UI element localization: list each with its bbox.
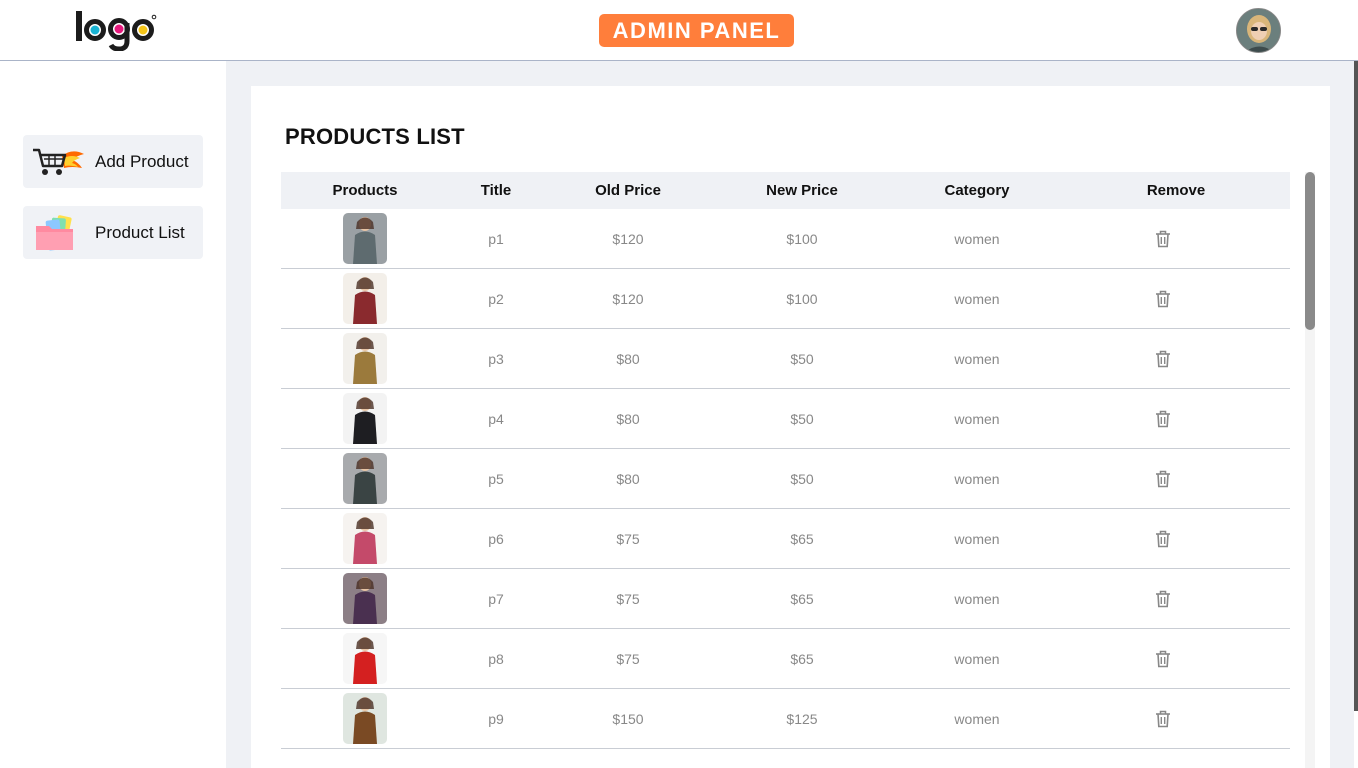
table-row: p7 $75 $65 women bbox=[281, 569, 1290, 629]
page-title: PRODUCTS LIST bbox=[285, 124, 465, 149]
product-image bbox=[343, 453, 387, 504]
column-header-old-price[interactable]: Old Price bbox=[595, 172, 661, 209]
table-scrollbar-thumb[interactable] bbox=[1305, 172, 1315, 330]
logo[interactable] bbox=[74, 9, 158, 51]
product-old-price: $120 bbox=[612, 231, 644, 247]
product-new-price: $65 bbox=[790, 531, 814, 547]
product-image bbox=[343, 213, 387, 264]
table-body: p1 $120 $100 women p2 $120 $100 women p3 $80 $50 wo… bbox=[281, 209, 1290, 749]
trash-icon[interactable] bbox=[1155, 530, 1171, 548]
column-header-products[interactable]: Products bbox=[332, 172, 397, 209]
folders-icon bbox=[31, 213, 85, 253]
table-row: p5 $80 $50 women bbox=[281, 449, 1290, 509]
cart-icon bbox=[31, 142, 85, 182]
top-header: ADMIN PANEL bbox=[0, 0, 1358, 61]
user-avatar[interactable] bbox=[1236, 8, 1281, 53]
product-title: p3 bbox=[488, 351, 504, 367]
product-title: p4 bbox=[488, 411, 504, 427]
product-old-price: $150 bbox=[612, 711, 644, 727]
sidebar-item-label: Add Product bbox=[95, 151, 189, 171]
product-image bbox=[343, 633, 387, 684]
product-category: women bbox=[954, 651, 1000, 667]
product-image bbox=[343, 333, 387, 384]
product-image bbox=[343, 273, 387, 324]
product-title: p6 bbox=[488, 531, 504, 547]
product-title: p5 bbox=[488, 471, 504, 487]
column-header-remove[interactable]: Remove bbox=[1147, 172, 1205, 209]
product-category: women bbox=[954, 711, 1000, 727]
table-row: p9 $150 $125 women bbox=[281, 689, 1290, 749]
admin-panel-badge: ADMIN PANEL bbox=[599, 14, 794, 47]
product-image bbox=[343, 573, 387, 624]
product-new-price: $50 bbox=[790, 411, 814, 427]
product-old-price: $120 bbox=[612, 291, 644, 307]
product-image bbox=[343, 513, 387, 564]
product-category: women bbox=[954, 231, 1000, 247]
trash-icon[interactable] bbox=[1155, 350, 1171, 368]
product-old-price: $75 bbox=[616, 651, 640, 667]
product-title: p2 bbox=[488, 291, 504, 307]
product-old-price: $80 bbox=[616, 411, 640, 427]
product-category: women bbox=[954, 411, 1000, 427]
logo-icon bbox=[76, 11, 157, 51]
product-image bbox=[343, 693, 387, 744]
trash-icon[interactable] bbox=[1155, 590, 1171, 608]
product-new-price: $50 bbox=[790, 351, 814, 367]
trash-icon[interactable] bbox=[1155, 710, 1171, 728]
product-new-price: $50 bbox=[790, 471, 814, 487]
table-row: p1 $120 $100 women bbox=[281, 209, 1290, 269]
trash-icon[interactable] bbox=[1155, 410, 1171, 428]
table-row: p8 $75 $65 women bbox=[281, 629, 1290, 689]
trash-icon[interactable] bbox=[1155, 470, 1171, 488]
product-new-price: $65 bbox=[790, 651, 814, 667]
table-row: p4 $80 $50 women bbox=[281, 389, 1290, 449]
product-title: p1 bbox=[488, 231, 504, 247]
product-new-price: $100 bbox=[786, 291, 818, 307]
sidebar-item-product-list[interactable]: Product List bbox=[23, 206, 203, 259]
products-table: Products Title Old Price New Price Categ… bbox=[281, 172, 1290, 749]
trash-icon[interactable] bbox=[1155, 230, 1171, 248]
product-old-price: $75 bbox=[616, 591, 640, 607]
product-category: women bbox=[954, 591, 1000, 607]
avatar-image bbox=[1237, 9, 1280, 52]
main-content: PRODUCTS LIST Products Title Old Price N… bbox=[226, 61, 1354, 768]
product-old-price: $80 bbox=[616, 351, 640, 367]
products-card: PRODUCTS LIST Products Title Old Price N… bbox=[251, 86, 1330, 768]
table-row: p2 $120 $100 women bbox=[281, 269, 1290, 329]
table-header: Products Title Old Price New Price Categ… bbox=[281, 172, 1290, 209]
table-row: p6 $75 $65 women bbox=[281, 509, 1290, 569]
sidebar: Add Product Product List bbox=[0, 61, 226, 768]
sidebar-item-label: Product List bbox=[95, 222, 185, 242]
product-title: p9 bbox=[488, 711, 504, 727]
product-old-price: $75 bbox=[616, 531, 640, 547]
product-image bbox=[343, 393, 387, 444]
column-header-title[interactable]: Title bbox=[481, 172, 512, 209]
product-category: women bbox=[954, 291, 1000, 307]
column-header-category[interactable]: Category bbox=[944, 172, 1009, 209]
product-category: women bbox=[954, 471, 1000, 487]
trash-icon[interactable] bbox=[1155, 650, 1171, 668]
product-title: p7 bbox=[488, 591, 504, 607]
product-category: women bbox=[954, 531, 1000, 547]
column-header-new-price[interactable]: New Price bbox=[766, 172, 838, 209]
table-row: p3 $80 $50 women bbox=[281, 329, 1290, 389]
product-title: p8 bbox=[488, 651, 504, 667]
page-scrollbar[interactable] bbox=[1354, 61, 1358, 711]
trash-icon[interactable] bbox=[1155, 290, 1171, 308]
product-new-price: $125 bbox=[786, 711, 818, 727]
sidebar-item-add-product[interactable]: Add Product bbox=[23, 135, 203, 188]
product-old-price: $80 bbox=[616, 471, 640, 487]
product-new-price: $65 bbox=[790, 591, 814, 607]
product-category: women bbox=[954, 351, 1000, 367]
product-new-price: $100 bbox=[786, 231, 818, 247]
